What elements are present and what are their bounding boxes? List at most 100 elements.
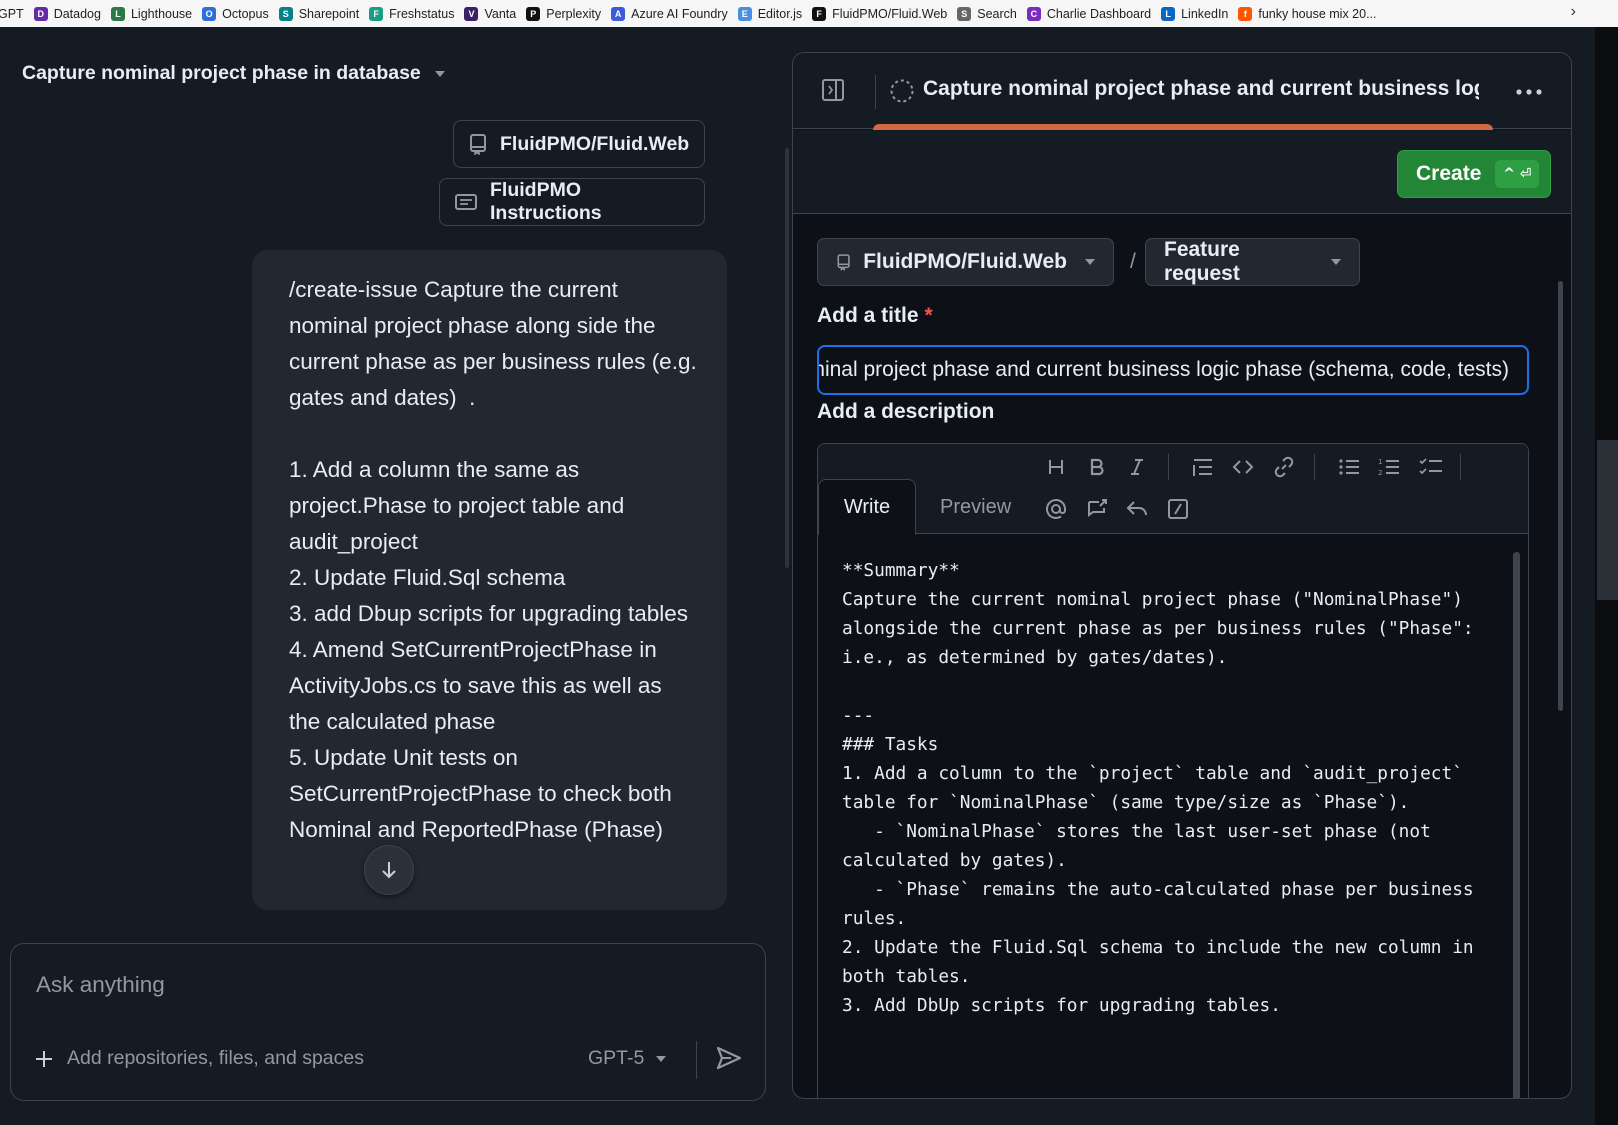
bookmark-favicon-icon: O	[202, 6, 217, 21]
bookmark-item[interactable]: F Freshstatus	[365, 0, 460, 27]
bookmark-favicon-icon: L	[1161, 6, 1176, 21]
repo-icon	[470, 134, 486, 155]
chevron-down-icon	[1331, 259, 1341, 265]
bookmark-favicon-icon: E	[737, 6, 752, 21]
user-message-bubble: /create-issue Capture the current nomina…	[252, 250, 727, 910]
bookmark-label: Azure AI Foundry	[631, 6, 728, 21]
issue-title-value: Capture nominal project phase and curren…	[819, 358, 1509, 381]
bookmark-label: Vanta	[484, 6, 517, 21]
bullet-list-icon[interactable]	[1336, 454, 1362, 480]
tab-write-label: Write	[843, 496, 891, 518]
tab-preview[interactable]: Preview	[940, 496, 1011, 519]
svg-text:2: 2	[1378, 469, 1382, 477]
code-icon[interactable]	[1230, 454, 1256, 480]
link-icon[interactable]	[1271, 454, 1297, 480]
issue-action-bar: Create ^ ⏎	[793, 130, 1571, 214]
draft-status-icon	[889, 78, 915, 109]
reference-icon[interactable]	[1084, 496, 1110, 522]
description-textarea[interactable]: **Summary** Capture the current nominal …	[842, 556, 1502, 1020]
repository-select[interactable]: FluidPMO/Fluid.Web	[817, 238, 1114, 286]
conversation-title[interactable]: Capture nominal project phase in databas…	[22, 62, 445, 85]
bookmark-label: Charlie Dashboard	[1046, 6, 1152, 21]
template-select-value: Feature request	[1164, 238, 1240, 285]
bookmark-item[interactable]: GGPT	[0, 0, 30, 27]
path-separator: /	[1130, 250, 1136, 273]
bookmark-label: Lighthouse	[130, 6, 193, 21]
divider	[875, 75, 876, 109]
scroll-to-bottom-button[interactable]	[364, 845, 414, 895]
kebab-menu-icon	[1516, 89, 1542, 95]
bookmark-favicon-icon: P	[526, 6, 541, 21]
divider	[1168, 454, 1169, 480]
model-picker[interactable]: GPT-5	[588, 1047, 667, 1070]
bookmark-favicon-icon: F	[369, 6, 384, 21]
instructions-chip[interactable]: FluidPMO Instructions	[439, 178, 705, 226]
bookmark-label: Freshstatus	[389, 6, 455, 21]
heading-icon[interactable]	[1043, 454, 1069, 480]
arrow-down-icon	[382, 862, 396, 879]
numbered-list-icon[interactable]: 12	[1376, 454, 1402, 480]
conversation-title-text: Capture nominal project phase in databas…	[22, 62, 421, 84]
bookmarks-overflow-icon[interactable]: ›	[1571, 3, 1576, 21]
bookmarks-bar: GGPTD Datadog L Lighthouse O Octopus S Sharepoi…	[0, 0, 1618, 27]
bookmark-item[interactable]: P Perplexity	[522, 0, 607, 27]
issue-header-title: Capture nominal project phase and curren…	[923, 77, 1479, 100]
bookmark-item[interactable]: D Datadog	[30, 0, 107, 27]
bookmark-label: FluidPMO/Fluid.Web	[832, 6, 948, 21]
panel-toggle-icon	[822, 79, 844, 101]
bookmark-item[interactable]: F FluidPMO/Fluid.Web	[808, 0, 953, 27]
bookmark-item[interactable]: S Search	[953, 0, 1023, 27]
bookmark-label: Datadog	[53, 6, 101, 21]
bookmark-favicon-icon: A	[611, 6, 626, 21]
bookmark-item[interactable]: C Charlie Dashboard	[1023, 0, 1157, 27]
reply-icon[interactable]	[1124, 496, 1150, 522]
title-label: Add a title *	[817, 304, 933, 328]
bookmark-item[interactable]: S Sharepoint	[275, 0, 365, 27]
create-shortcut-hint: ^ ⏎	[1495, 160, 1540, 188]
sidebar-toggle-button[interactable]	[821, 78, 845, 107]
bookmark-label: funky house mix 20...	[1258, 6, 1377, 21]
bookmark-label: Octopus	[222, 6, 269, 21]
divider	[696, 1041, 697, 1079]
repo-context-chip[interactable]: FluidPMO/Fluid.Web	[453, 120, 705, 168]
repository-select-value: FluidPMO/Fluid.Web	[863, 250, 1067, 273]
issue-title-input[interactable]: Capture nominal project phase and curren…	[817, 345, 1529, 395]
slash-command-icon[interactable]	[1165, 496, 1191, 522]
bookmark-item[interactable]: f funky house mix 20...	[1234, 0, 1382, 27]
create-issue-button[interactable]: Create ^ ⏎	[1397, 150, 1551, 198]
bookmark-label: Perplexity	[546, 6, 602, 21]
tab-write[interactable]: Write	[818, 479, 916, 535]
mention-icon[interactable]	[1043, 496, 1069, 522]
composer-placeholder[interactable]: Ask anything	[36, 972, 165, 998]
add-context-button[interactable]: Add repositories, files, and spaces	[35, 1047, 364, 1070]
description-editor[interactable]: 12 Write Preview **Summary** Capture the…	[817, 443, 1529, 1098]
bookmark-item[interactable]: V Vanta	[460, 0, 522, 27]
issue-template-select[interactable]: Feature request	[1145, 238, 1360, 286]
italic-icon[interactable]	[1124, 454, 1150, 480]
model-label: GPT-5	[588, 1047, 645, 1069]
repo-icon	[837, 254, 850, 271]
bookmark-item[interactable]: L Lighthouse	[107, 0, 198, 27]
chat-scrollbar[interactable]	[785, 148, 789, 568]
repo-chip-label: FluidPMO/Fluid.Web	[500, 132, 690, 155]
background-window-strip	[1597, 440, 1618, 600]
panel-scrollbar[interactable]	[1558, 281, 1563, 711]
task-list-icon[interactable]	[1418, 454, 1444, 480]
send-button[interactable]	[715, 1045, 743, 1076]
bookmark-item[interactable]: O Octopus	[198, 0, 275, 27]
editor-scrollbar[interactable]	[1513, 552, 1520, 1098]
title-label-text: Add a title	[817, 304, 919, 327]
bold-icon[interactable]	[1084, 454, 1110, 480]
bookmark-favicon-icon: F	[812, 6, 827, 21]
chat-composer[interactable]: Ask anything Add repositories, files, an…	[10, 943, 766, 1101]
quote-icon[interactable]	[1190, 454, 1216, 480]
more-options-button[interactable]	[1515, 83, 1543, 101]
bookmark-item[interactable]: A Azure AI Foundry	[607, 0, 734, 27]
issue-form: FluidPMO/Fluid.Web / Feature request Add…	[793, 215, 1571, 1098]
issue-panel: Capture nominal project phase and curren…	[792, 52, 1572, 1099]
bookmark-favicon-icon: C	[1026, 6, 1041, 21]
bookmark-favicon-icon: S	[278, 6, 293, 21]
bookmark-favicon-icon: S	[957, 6, 972, 21]
bookmark-item[interactable]: L LinkedIn	[1157, 0, 1234, 27]
bookmark-item[interactable]: E Editor.js	[734, 0, 808, 27]
